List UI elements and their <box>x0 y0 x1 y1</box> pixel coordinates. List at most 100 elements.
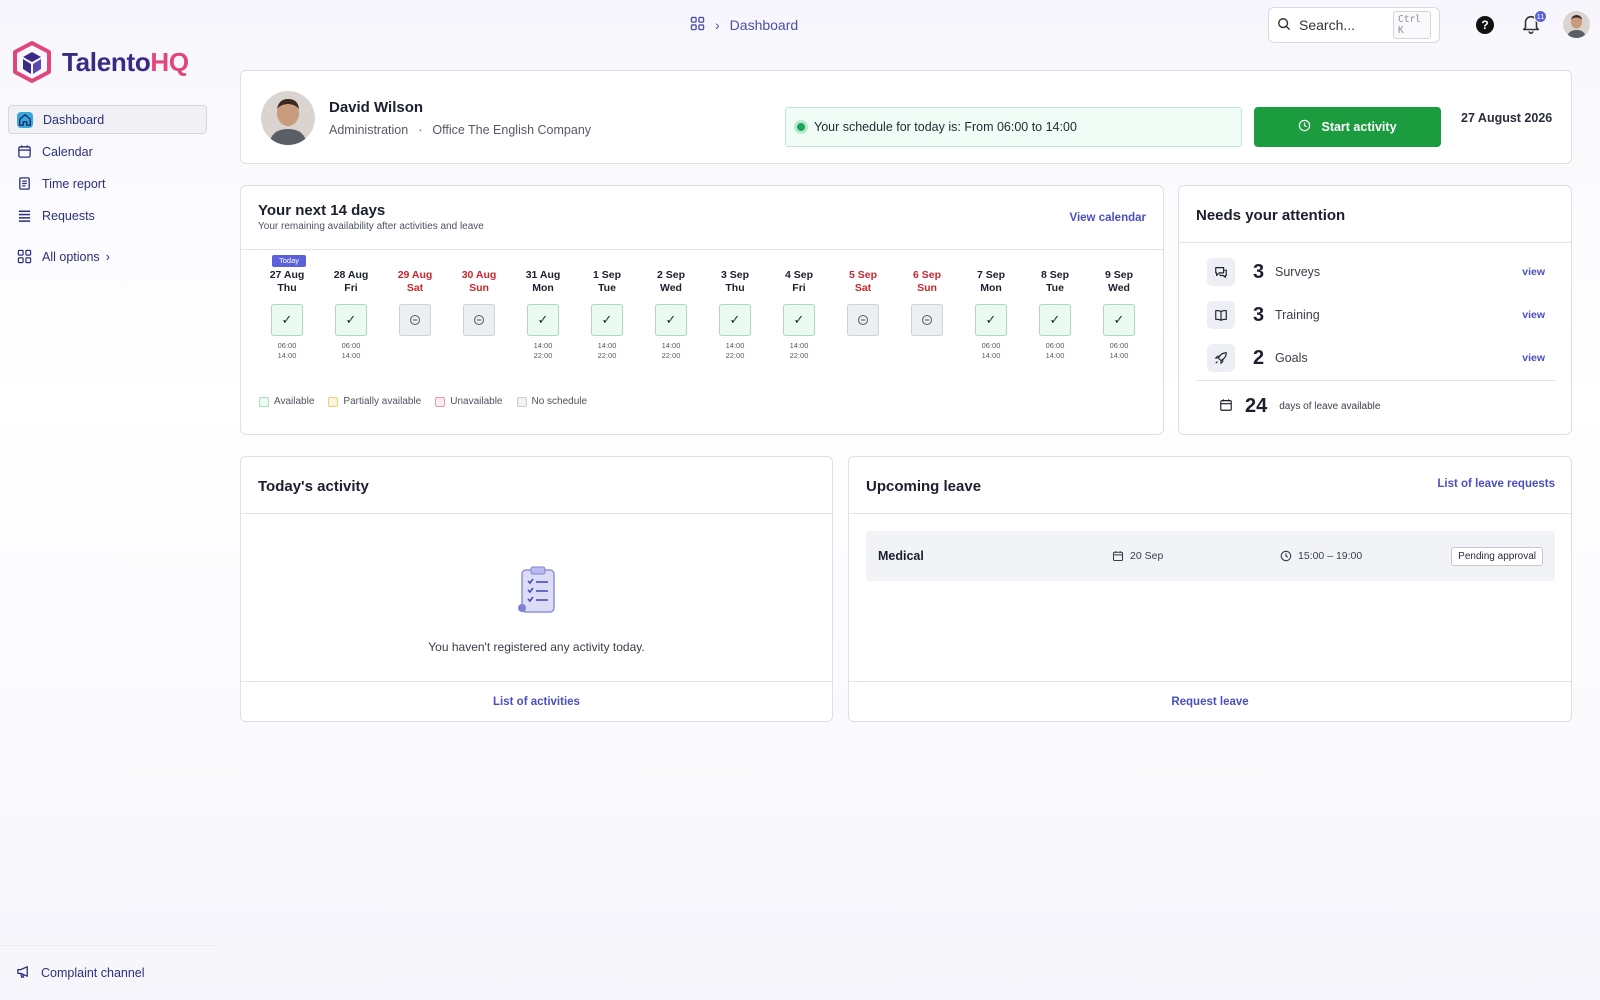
sidebar-item-calendar[interactable]: Calendar <box>8 137 207 166</box>
day-cell[interactable]: 31 Aug Mon ✓ 14:00 22:00 <box>511 269 575 360</box>
legend-item: Available <box>259 396 314 407</box>
todays-activity-card: Today's activity You haven't registered … <box>240 456 833 722</box>
profile-meta: Administration · Office The English Comp… <box>329 123 591 137</box>
sidebar-item-dashboard[interactable]: Dashboard <box>8 105 207 134</box>
attention-item-surveys[interactable]: 3 Surveys view <box>1207 257 1545 287</box>
check-icon: ✓ <box>527 304 559 336</box>
check-icon: ✓ <box>271 304 303 336</box>
status-dot-icon <box>794 120 808 134</box>
day-cell[interactable]: 30 Aug Sun <box>447 269 511 336</box>
day-end: 22:00 <box>661 350 681 360</box>
notification-count-badge: 11 <box>1534 10 1547 23</box>
day-date: 6 Sep <box>912 269 941 281</box>
day-cell[interactable]: 2 Sep Wed ✓ 14:00 22:00 <box>639 269 703 360</box>
logo-text-part2: HQ <box>150 46 189 77</box>
today-badge: Today <box>272 255 306 267</box>
empty-state: You haven't registered any activity toda… <box>241 565 832 654</box>
attention-item-goals[interactable]: 2 Goals view <box>1207 343 1545 373</box>
day-cell[interactable]: 6 Sep Sun <box>895 269 959 336</box>
sidebar-all-options[interactable]: All options › <box>8 242 207 271</box>
calendar-icon <box>1219 398 1233 415</box>
day-date: 7 Sep <box>976 269 1005 281</box>
leave-request-row[interactable]: Medical 20 Sep 15:00 – 19:00 Pending app… <box>866 531 1555 581</box>
logo-text-part1: Talento <box>62 46 151 77</box>
leave-date: 20 Sep <box>1112 550 1280 562</box>
leave-time: 15:00 – 19:00 <box>1280 550 1448 562</box>
calendar-icon <box>1112 551 1124 562</box>
request-leave-link[interactable]: Request leave <box>1171 696 1248 708</box>
day-cell[interactable]: 28 Aug Fri ✓ 06:00 14:00 <box>319 269 383 360</box>
attention-count: 2 <box>1253 346 1265 369</box>
no-schedule-icon <box>847 304 879 336</box>
attention-count: 3 <box>1253 303 1265 326</box>
attention-label: Surveys <box>1275 265 1321 279</box>
day-cell[interactable]: 8 Sep Tue ✓ 06:00 14:00 <box>1023 269 1087 360</box>
day-cell[interactable]: Today 27 Aug Thu ✓ 06:00 14:00 <box>255 255 319 360</box>
attention-label: Goals <box>1275 351 1308 365</box>
day-cell[interactable]: 1 Sep Tue ✓ 14:00 22:00 <box>575 269 639 360</box>
user-avatar[interactable] <box>1563 11 1590 38</box>
view-link[interactable]: view <box>1522 266 1545 278</box>
day-cell[interactable]: 9 Sep Wed ✓ 06:00 14:00 <box>1087 269 1151 360</box>
breadcrumb: › Dashboard <box>690 16 798 34</box>
day-hours: 14:00 22:00 <box>639 341 703 360</box>
profile-name: David Wilson <box>329 99 424 116</box>
app-logo[interactable]: TalentoHQ <box>12 40 189 84</box>
breadcrumb-current[interactable]: Dashboard <box>730 17 799 33</box>
day-cell[interactable]: 5 Sep Sat <box>831 269 895 336</box>
leave-date-text: 20 Sep <box>1130 550 1164 562</box>
day-weekday: Sat <box>854 282 872 294</box>
grid-icon <box>16 249 32 265</box>
day-cell[interactable]: 3 Sep Thu ✓ 14:00 22:00 <box>703 269 767 360</box>
no-schedule-icon <box>399 304 431 336</box>
start-activity-button[interactable]: Start activity <box>1254 107 1441 147</box>
search-box[interactable]: Ctrl K <box>1268 7 1440 43</box>
help-icon[interactable]: ? <box>1476 16 1494 34</box>
home-icon <box>17 111 33 128</box>
apps-grid-icon[interactable] <box>690 16 705 34</box>
day-cell[interactable]: 29 Aug Sat <box>383 269 447 336</box>
notifications-button[interactable]: 11 <box>1520 10 1547 37</box>
sidebar-item-time-report[interactable]: Time report <box>8 169 207 198</box>
day-date: 1 Sep <box>592 269 621 281</box>
complaint-channel-link[interactable]: Complaint channel <box>0 945 215 1000</box>
empty-state-text: You haven't registered any activity toda… <box>428 640 645 654</box>
legend-label: Partially available <box>343 396 422 407</box>
attention-count: 3 <box>1253 260 1265 283</box>
view-link[interactable]: view <box>1522 352 1545 364</box>
check-icon: ✓ <box>975 304 1007 336</box>
day-hours: 06:00 14:00 <box>255 341 319 360</box>
day-weekday: Sun <box>469 282 489 294</box>
day-date: 2 Sep <box>656 269 685 281</box>
day-weekday: Tue <box>598 282 616 294</box>
card-title: Today's activity <box>258 478 369 495</box>
schedule-text: Your schedule for today is: From 06:00 t… <box>814 120 1077 134</box>
day-cell[interactable]: 4 Sep Fri ✓ 14:00 22:00 <box>767 269 831 360</box>
status-badge: Pending approval <box>1451 546 1543 566</box>
day-start: 06:00 <box>1109 341 1129 350</box>
card-header: Upcoming leave List of leave requests <box>849 457 1571 514</box>
sidebar-item-requests[interactable]: Requests <box>8 201 207 230</box>
view-calendar-link[interactable]: View calendar <box>1070 212 1147 224</box>
divider <box>1197 380 1555 381</box>
legend-label: Unavailable <box>450 396 503 407</box>
schedule-banner: Your schedule for today is: From 06:00 t… <box>785 107 1242 147</box>
card-title: Your next 14 days <box>258 202 386 219</box>
check-icon: ✓ <box>655 304 687 336</box>
search-input[interactable] <box>1299 17 1385 33</box>
clock-icon <box>1280 550 1292 562</box>
list-of-activities-link[interactable]: List of activities <box>493 696 580 708</box>
day-date: 3 Sep <box>720 269 749 281</box>
day-weekday: Sat <box>406 282 424 294</box>
day-cell[interactable]: 7 Sep Mon ✓ 06:00 14:00 <box>959 269 1023 360</box>
day-hours: 14:00 22:00 <box>767 341 831 360</box>
day-weekday: Wed <box>660 282 682 294</box>
list-of-leave-requests-link[interactable]: List of leave requests <box>1437 478 1555 490</box>
attention-item-training[interactable]: 3 Training view <box>1207 300 1545 330</box>
check-icon: ✓ <box>1103 304 1135 336</box>
view-link[interactable]: view <box>1522 309 1545 321</box>
clock-icon <box>1298 119 1311 135</box>
day-date: 4 Sep <box>784 269 813 281</box>
day-end: 14:00 <box>981 350 1001 360</box>
day-hours: 06:00 14:00 <box>1023 341 1087 360</box>
